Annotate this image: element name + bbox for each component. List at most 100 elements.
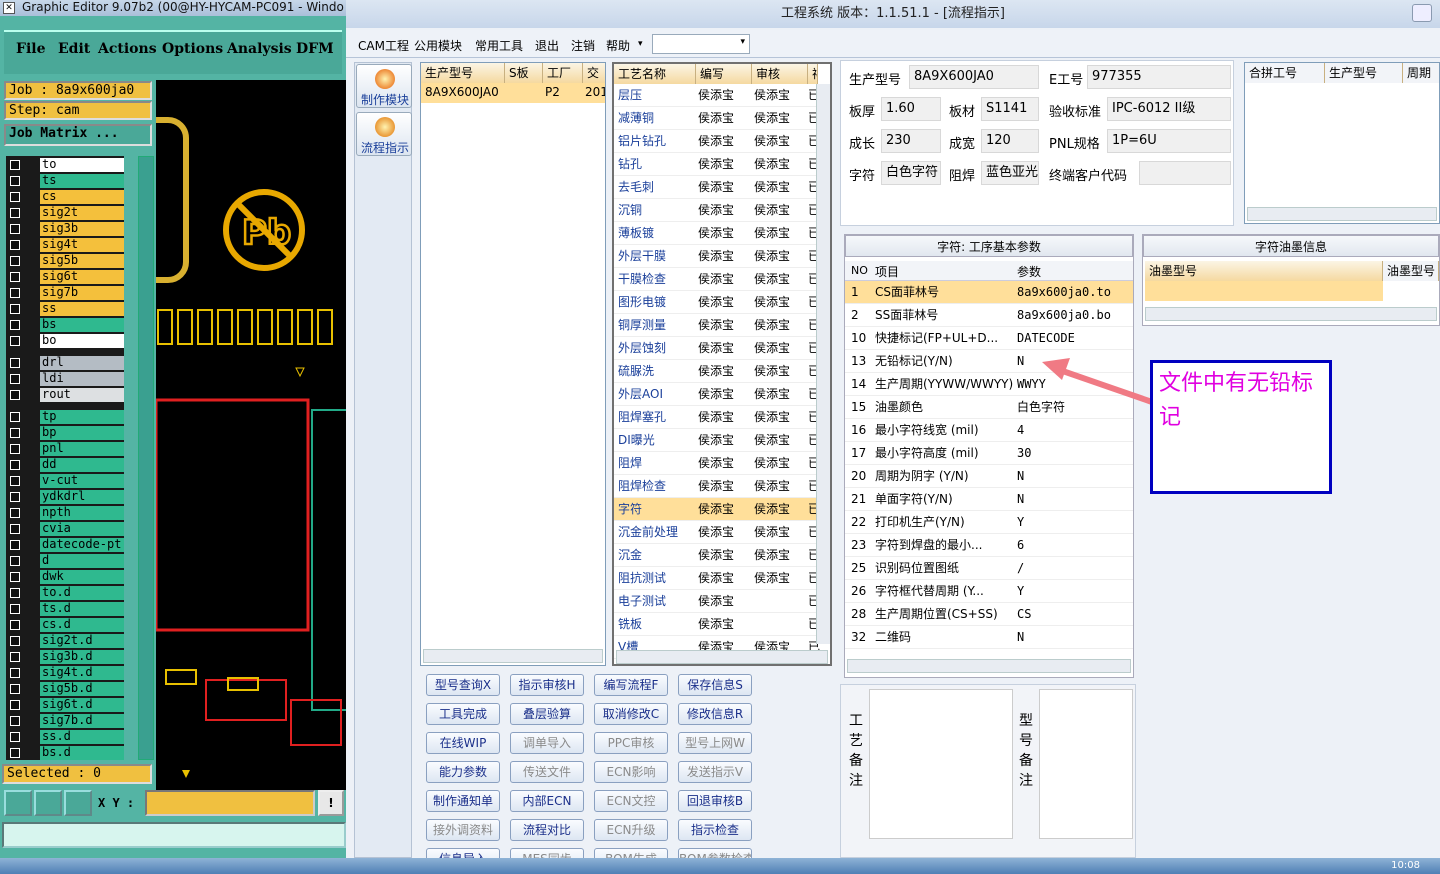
layer-row-to[interactable]: to bbox=[6, 158, 124, 172]
table-row[interactable]: 沉金前处理 侯添宝 侯添宝已 bbox=[614, 521, 820, 544]
action-button[interactable]: 取消修改C bbox=[594, 703, 668, 725]
menu-logout[interactable]: 注销 bbox=[571, 37, 595, 54]
col-process[interactable]: 工艺名称 bbox=[614, 64, 696, 84]
action-button[interactable]: 能力参数 bbox=[426, 761, 500, 783]
menu-tools[interactable]: 常用工具 bbox=[475, 37, 523, 54]
action-button[interactable]: 传送文件 bbox=[510, 761, 584, 783]
layer-checkbox[interactable] bbox=[10, 176, 20, 186]
ink-hscroll[interactable] bbox=[1145, 307, 1437, 321]
layer-row-rout[interactable]: rout bbox=[6, 388, 124, 402]
col-ink-model-2[interactable]: 油墨型号 bbox=[1383, 261, 1439, 281]
action-button[interactable]: 调单导入 bbox=[510, 732, 584, 754]
table-row[interactable]: 层压 侯添宝 侯添宝已 bbox=[614, 84, 820, 107]
layer-checkbox[interactable] bbox=[10, 652, 20, 662]
col-writer[interactable]: 编写 bbox=[696, 64, 752, 84]
table-row[interactable]: 21 单面字符(Y/N) N bbox=[845, 488, 1133, 511]
param-hscroll[interactable] bbox=[847, 659, 1131, 673]
layer-row-npth[interactable]: npth bbox=[6, 506, 124, 520]
model-hscroll[interactable] bbox=[423, 649, 603, 663]
layer-row-ldi[interactable]: ldi bbox=[6, 372, 124, 386]
layer-row-cs-d[interactable]: cs.d bbox=[6, 618, 124, 632]
layer-row-sig7b[interactable]: sig7b bbox=[6, 286, 124, 300]
table-row[interactable]: 电子测试 侯添宝已 bbox=[614, 590, 820, 613]
layer-checkbox[interactable] bbox=[10, 240, 20, 250]
layer-checkbox[interactable] bbox=[10, 390, 20, 400]
menu-edit[interactable]: Edit bbox=[58, 41, 90, 57]
menu-help[interactable]: 帮助 bbox=[606, 37, 630, 54]
layer-checkbox[interactable] bbox=[10, 224, 20, 234]
alert-icon[interactable]: ! bbox=[318, 790, 344, 816]
action-button[interactable]: 内部ECN bbox=[510, 790, 584, 812]
command-line[interactable] bbox=[2, 822, 346, 848]
col-detail[interactable]: 祥 bbox=[808, 64, 818, 84]
action-button[interactable]: 流程对比 bbox=[510, 819, 584, 841]
action-button[interactable]: 指示审核H bbox=[510, 674, 584, 696]
layer-row-tp[interactable]: tp bbox=[6, 410, 124, 424]
table-row[interactable]: 干膜检查 侯添宝 侯添宝已 bbox=[614, 268, 820, 291]
layer-row-dd[interactable]: dd bbox=[6, 458, 124, 472]
table-row[interactable]: 去毛刺 侯添宝 侯添宝已 bbox=[614, 176, 820, 199]
layer-row-drl[interactable]: drl bbox=[6, 356, 124, 370]
layer-checkbox[interactable] bbox=[10, 160, 20, 170]
action-button[interactable]: PPC审核 bbox=[594, 732, 668, 754]
table-row[interactable]: 2 SS面菲林号 8a9x600ja0.bo bbox=[845, 304, 1133, 327]
layer-checkbox[interactable] bbox=[10, 604, 20, 614]
layer-row-pnl[interactable]: pnl bbox=[6, 442, 124, 456]
col-param[interactable]: 参数 bbox=[1017, 263, 1041, 280]
table-row[interactable]: 20 周期为阴字 (Y/N) N bbox=[845, 465, 1133, 488]
grid-icon[interactable] bbox=[64, 790, 92, 816]
process-remark-input[interactable] bbox=[869, 689, 1013, 839]
table-row[interactable]: 减薄铜 侯添宝 侯添宝已 bbox=[614, 107, 820, 130]
table-row[interactable]: 铣板 侯添宝已 bbox=[614, 613, 820, 636]
layer-row-ts-d[interactable]: ts.d bbox=[6, 602, 124, 616]
layer-checkbox[interactable] bbox=[10, 336, 20, 346]
table-row[interactable]: 沉铜 侯添宝 侯添宝已 bbox=[614, 199, 820, 222]
layer-checkbox[interactable] bbox=[10, 272, 20, 282]
layer-checkbox[interactable] bbox=[10, 572, 20, 582]
action-button[interactable]: ECN文控 bbox=[594, 790, 668, 812]
layer-checkbox[interactable] bbox=[10, 428, 20, 438]
table-row[interactable]: 阻抗测试 侯添宝 侯添宝已 bbox=[614, 567, 820, 590]
table-row[interactable]: 22 打印机生产(Y/N) Y bbox=[845, 511, 1133, 534]
xy-input[interactable] bbox=[145, 790, 315, 816]
menu-options[interactable]: Options bbox=[162, 41, 223, 57]
table-row[interactable]: 铜厚测量 侯添宝 侯添宝已 bbox=[614, 314, 820, 337]
layer-row-sig4t[interactable]: sig4t bbox=[6, 238, 124, 252]
layer-row-cs[interactable]: cs bbox=[6, 190, 124, 204]
layer-row-bs-d[interactable]: bs.d bbox=[6, 746, 124, 760]
table-row[interactable]: 10 快捷标记(FP+UL+D... DATECODE bbox=[845, 327, 1133, 350]
layer-row-sig7b-d[interactable]: sig7b.d bbox=[6, 714, 124, 728]
layer-checkbox[interactable] bbox=[10, 716, 20, 726]
menu-file[interactable]: File bbox=[16, 41, 45, 57]
table-row[interactable]: 图形电镀 侯添宝 侯添宝已 bbox=[614, 291, 820, 314]
menu-cam[interactable]: CAM工程 bbox=[358, 37, 409, 54]
layer-checkbox[interactable] bbox=[10, 732, 20, 742]
layer-row-d[interactable]: d bbox=[6, 554, 124, 568]
layer-row-datecode-pt[interactable]: datecode-pt bbox=[6, 538, 124, 552]
layer-row-sig6t-d[interactable]: sig6t.d bbox=[6, 698, 124, 712]
layer-checkbox[interactable] bbox=[10, 320, 20, 330]
minimize-icon[interactable] bbox=[1412, 4, 1432, 22]
table-row[interactable]: 1 CS面菲林号 8a9x600ja0.to bbox=[845, 281, 1133, 304]
col-factory[interactable]: 工厂 bbox=[543, 63, 583, 83]
measure-icon[interactable] bbox=[34, 790, 62, 816]
layer-checkbox[interactable] bbox=[10, 620, 20, 630]
layer-checkbox[interactable] bbox=[10, 256, 20, 266]
action-button[interactable]: 回退审核B bbox=[678, 790, 752, 812]
layer-row-bp[interactable]: bp bbox=[6, 426, 124, 440]
layer-checkbox[interactable] bbox=[10, 636, 20, 646]
layer-checkbox[interactable] bbox=[10, 192, 20, 202]
action-button[interactable]: 保存信息S bbox=[678, 674, 752, 696]
action-button[interactable]: 制作通知单 bbox=[426, 790, 500, 812]
action-button[interactable]: 编写流程F bbox=[594, 674, 668, 696]
menu-analysis[interactable]: Analysis bbox=[227, 41, 292, 57]
layer-row-ydkdrl[interactable]: ydkdrl bbox=[6, 490, 124, 504]
col-no[interactable]: NO bbox=[851, 264, 868, 277]
action-button[interactable]: 指示检查 bbox=[678, 819, 752, 841]
action-button[interactable]: 型号上网W bbox=[678, 732, 752, 754]
layer-checkbox[interactable] bbox=[10, 476, 20, 486]
zoom-icon[interactable] bbox=[4, 790, 32, 816]
layer-checkbox[interactable] bbox=[10, 288, 20, 298]
col-item[interactable]: 项目 bbox=[875, 263, 899, 280]
col-merge-model[interactable]: 生产型号 bbox=[1325, 63, 1403, 83]
